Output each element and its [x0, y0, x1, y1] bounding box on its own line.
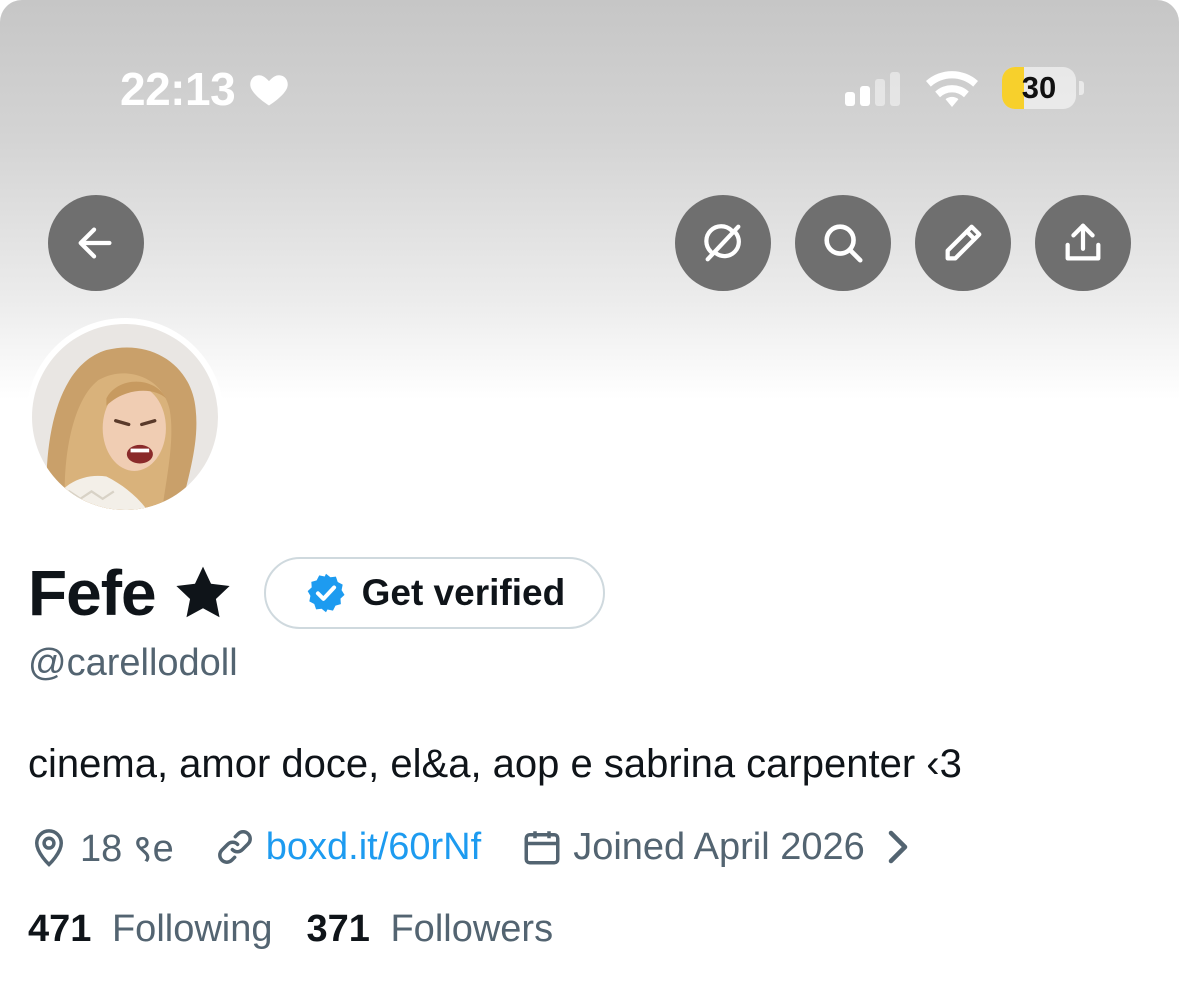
search-icon — [824, 224, 863, 263]
edit-pencil-icon — [945, 224, 982, 261]
status-indicators: 30 — [845, 66, 1084, 110]
location-item: 18 ९e — [28, 821, 174, 873]
followers-count: 371 — [306, 908, 370, 950]
get-verified-label: Get verified — [361, 572, 566, 613]
battery-percentage: 30 — [1021, 70, 1057, 105]
link-icon — [217, 830, 252, 864]
following-label: Following — [111, 908, 273, 950]
share-icon — [1065, 223, 1101, 261]
chevron-right-icon — [888, 830, 908, 864]
calendar-icon — [524, 831, 560, 865]
wifi-icon — [926, 71, 978, 107]
followers-label: Followers — [390, 908, 554, 950]
website-item[interactable]: boxd.it/60rNf — [214, 826, 481, 869]
heart-icon — [250, 75, 288, 106]
joined-date: Joined April 2026 — [573, 825, 865, 868]
grok-button[interactable] — [675, 195, 771, 291]
profile-meta: 18 ९e boxd.it/60rNf Joined April 2026 — [28, 822, 919, 872]
display-name: Fefe — [28, 557, 157, 629]
website-link[interactable]: boxd.it/60rNf — [266, 826, 481, 869]
battery-nub — [1079, 81, 1084, 95]
signal-icon — [845, 70, 900, 106]
edit-button[interactable] — [915, 195, 1011, 291]
profile-bio: cinema, amor doce, el&a, aop e sabrina c… — [28, 742, 962, 786]
search-button[interactable] — [795, 195, 891, 291]
location-text: 18 ९e — [80, 828, 174, 870]
joined-item[interactable]: Joined April 2026 — [521, 826, 919, 869]
verified-badge-icon — [307, 573, 345, 613]
following-link[interactable]: 471 Following — [28, 908, 273, 951]
followers-link[interactable]: 371 Followers — [307, 908, 554, 951]
share-button[interactable] — [1035, 195, 1131, 291]
battery-icon: 30 — [1002, 67, 1076, 109]
get-verified-button[interactable]: Get verified — [263, 557, 606, 629]
status-clock: 22:13 — [120, 62, 291, 116]
follow-stats: 471 Following 371 Followers — [28, 908, 553, 951]
avatar[interactable] — [26, 318, 224, 516]
star-icon — [175, 566, 230, 618]
profile-name-row: Fefe Get verified — [28, 555, 606, 631]
avatar-photo — [32, 324, 218, 510]
profile-handle: @carellodoll — [28, 642, 238, 684]
back-arrow-icon — [78, 227, 112, 259]
back-button[interactable] — [48, 195, 144, 291]
following-count: 471 — [28, 908, 92, 950]
location-pin-icon — [34, 829, 64, 867]
grok-icon — [704, 224, 741, 262]
status-time-text: 22:13 — [120, 63, 236, 115]
